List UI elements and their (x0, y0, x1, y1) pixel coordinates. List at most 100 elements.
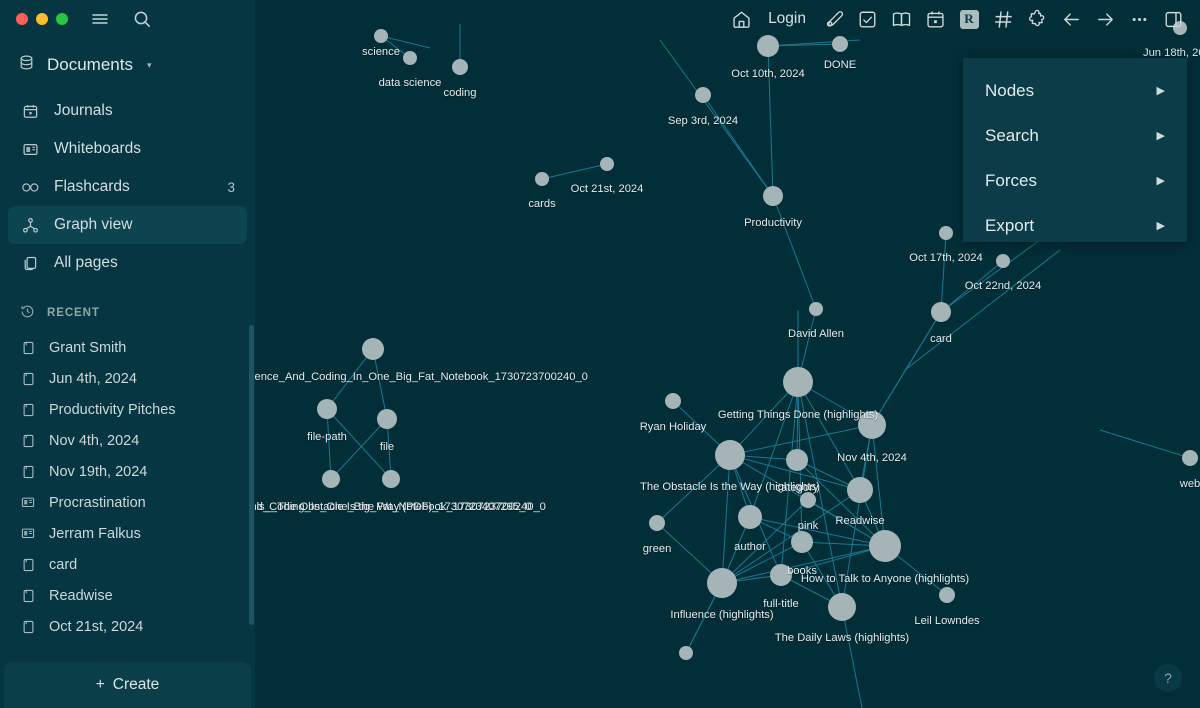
graph-node[interactable] (770, 564, 792, 586)
graph-node[interactable] (828, 593, 856, 621)
plugin-puzzle-icon[interactable] (1020, 2, 1054, 36)
recent-item-grant-smith[interactable]: Grant Smith (8, 332, 247, 363)
sidebar-item-whiteboards[interactable]: Whiteboards (8, 130, 247, 168)
recent-item-readwise[interactable]: Readwise (8, 580, 247, 611)
graph-context-menu[interactable]: Nodes ▶ Search ▶ Forces ▶ Export ▶ (963, 58, 1187, 242)
checkbox-icon[interactable] (850, 2, 884, 36)
recent-item-oct-21st-2024[interactable]: Oct 21st, 2024 (8, 611, 247, 642)
search-icon[interactable] (132, 9, 152, 29)
close-window-button[interactable] (16, 13, 28, 25)
chevron-right-icon: ▶ (1156, 85, 1165, 97)
graph-node[interactable] (403, 51, 417, 65)
graph-node[interactable] (832, 36, 848, 52)
sidebar-item-label: Journals (54, 102, 113, 119)
graph-node[interactable] (317, 399, 337, 419)
top-toolbar: Login R (724, 0, 1200, 38)
graph-node[interactable] (869, 530, 901, 562)
sidebar-scrollbar[interactable] (249, 325, 254, 625)
recent-item-procrastination[interactable]: Procrastination (8, 487, 247, 518)
readwise-icon[interactable]: R (952, 2, 986, 36)
graph-node[interactable] (600, 157, 614, 171)
graph-node[interactable] (679, 646, 693, 660)
edit-pencil-icon[interactable] (816, 2, 850, 36)
graph-node[interactable] (763, 186, 783, 206)
graph-edge (721, 454, 731, 584)
graph-node[interactable] (786, 449, 808, 471)
hamburger-icon[interactable] (90, 9, 110, 29)
graph-node[interactable] (382, 470, 400, 488)
sidebar-item-graph-view[interactable]: Graph view (8, 206, 247, 244)
page-icon (20, 465, 36, 479)
sidebar-item-label: Flashcards (54, 178, 130, 195)
login-button[interactable]: Login (758, 2, 816, 36)
graph-node[interactable] (738, 505, 762, 529)
graph-node[interactable] (858, 411, 886, 439)
menu-item-search[interactable]: Search ▶ (963, 113, 1187, 158)
sidebar-item-label: Whiteboards (54, 140, 142, 157)
menu-item-label: Export (985, 215, 1035, 235)
recent-item-label: Readwise (49, 587, 113, 604)
graph-edge (749, 516, 886, 547)
graph-node[interactable] (800, 492, 816, 508)
graph-node[interactable] (996, 254, 1010, 268)
recent-item-label: Nov 19th, 2024 (49, 463, 148, 480)
menu-item-forces[interactable]: Forces ▶ (963, 158, 1187, 203)
graph-node[interactable] (847, 477, 873, 503)
graph-node[interactable] (939, 226, 953, 240)
recent-item-nov-19th-2024[interactable]: Nov 19th, 2024 (8, 456, 247, 487)
maximize-window-button[interactable] (56, 13, 68, 25)
forward-arrow-icon[interactable] (1088, 2, 1122, 36)
back-arrow-icon[interactable] (1054, 2, 1088, 36)
calendar-icon[interactable] (918, 2, 952, 36)
graph-node[interactable] (665, 393, 681, 409)
graph-edge (330, 418, 388, 480)
chevron-down-icon[interactable]: ▾ (147, 60, 152, 71)
graph-node[interactable] (322, 470, 340, 488)
workspace-selector[interactable]: Documents ▾ (0, 48, 255, 82)
sidebar-nav: Journals Whiteboards Flashcards 3 Graph … (0, 92, 255, 282)
graph-node[interactable] (757, 35, 779, 57)
sidebar-item-flashcards[interactable]: Flashcards 3 (8, 168, 247, 206)
chevron-right-icon: ▶ (1156, 175, 1165, 187)
sidebar-item-label: All pages (54, 254, 118, 271)
graph-node[interactable] (707, 568, 737, 598)
calendar-icon (20, 103, 40, 120)
recent-item-productivity-pitches[interactable]: Productivity Pitches (8, 394, 247, 425)
graph-edge (797, 381, 861, 491)
sidebar-item-all-pages[interactable]: All pages (8, 244, 247, 282)
sidebar-item-journals[interactable]: Journals (8, 92, 247, 130)
graph-node[interactable] (715, 440, 745, 470)
graph-node[interactable] (1182, 450, 1198, 466)
whiteboard-icon (20, 527, 36, 540)
menu-item-export[interactable]: Export ▶ (963, 203, 1187, 248)
graph-node[interactable] (931, 302, 951, 322)
book-icon[interactable] (884, 2, 918, 36)
recent-item-nov-4th-2024[interactable]: Nov 4th, 2024 (8, 425, 247, 456)
recent-item-jun-4th-2024[interactable]: Jun 4th, 2024 (8, 363, 247, 394)
graph-node[interactable] (535, 172, 549, 186)
more-dots-icon[interactable] (1122, 2, 1156, 36)
graph-edge (940, 232, 947, 313)
graph-node[interactable] (783, 367, 813, 397)
window-titlebar (0, 0, 255, 38)
minimize-window-button[interactable] (36, 13, 48, 25)
graph-node[interactable] (695, 87, 711, 103)
recent-item-card[interactable]: card (8, 549, 247, 580)
hash-icon[interactable] (986, 2, 1020, 36)
page-icon (20, 620, 36, 634)
graph-node[interactable] (362, 338, 384, 360)
graph-node[interactable] (809, 302, 823, 316)
right-sidebar-toggle-icon[interactable] (1156, 2, 1190, 36)
graph-node[interactable] (791, 531, 813, 553)
graph-node[interactable] (939, 587, 955, 603)
home-icon[interactable] (724, 2, 758, 36)
menu-item-nodes[interactable]: Nodes ▶ (963, 68, 1187, 113)
recent-item-jerram-falkus[interactable]: Jerram Falkus (8, 518, 247, 549)
graph-node[interactable] (649, 515, 665, 531)
graph-node[interactable] (374, 29, 388, 43)
help-button[interactable]: ? (1154, 664, 1182, 692)
graph-node[interactable] (377, 409, 397, 429)
create-button[interactable]: + Create (4, 662, 251, 708)
graph-node[interactable] (452, 59, 468, 75)
readwise-letter: R (959, 9, 979, 29)
